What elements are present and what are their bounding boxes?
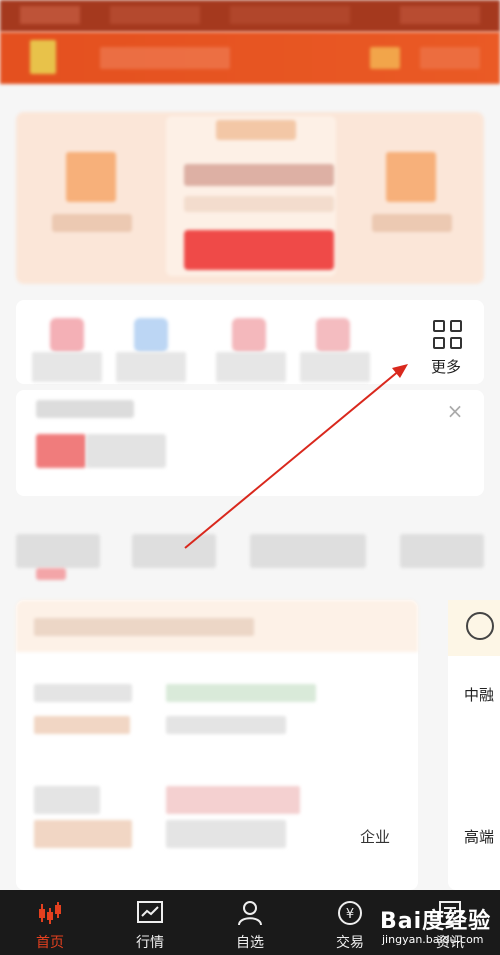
card-row-title xyxy=(166,684,316,702)
card-row-value xyxy=(166,786,300,814)
header-action-placeholder[interactable] xyxy=(420,47,480,69)
content-card-header xyxy=(16,600,418,652)
hero-center-row xyxy=(184,196,334,212)
content-card[interactable] xyxy=(16,600,418,890)
hero-left-icon xyxy=(66,152,116,202)
card-row-tag xyxy=(34,820,132,848)
grid-icon xyxy=(433,320,463,350)
hero-right-icon xyxy=(386,152,436,202)
more-button[interactable]: 更多 xyxy=(411,306,481,380)
shortcut-icon[interactable] xyxy=(316,318,350,352)
header-title-placeholder xyxy=(100,47,230,69)
hero-center-row xyxy=(184,164,334,186)
nav-label: 自选 xyxy=(236,935,264,951)
nav-item-market[interactable]: 行情 xyxy=(100,890,200,955)
app-header xyxy=(0,32,500,84)
tab-1[interactable] xyxy=(16,534,100,568)
svg-text:¥: ¥ xyxy=(346,907,354,922)
status-bar xyxy=(0,0,500,32)
shortcut-label xyxy=(300,352,370,382)
baidu-watermark: Bai度经验 jingyan.baidu.com xyxy=(380,897,500,955)
nav-label: 首页 xyxy=(36,935,64,951)
tab-active-indicator xyxy=(36,568,66,580)
candlestick-icon xyxy=(39,902,61,924)
line-chart-icon xyxy=(137,901,163,923)
nav-item-home[interactable]: 首页 xyxy=(0,890,100,955)
side-card-header xyxy=(448,600,500,656)
side-card-subtitle: 高端 xyxy=(464,828,495,846)
shortcut-label xyxy=(32,352,102,382)
app-logo-icon xyxy=(30,40,56,74)
shortcut-icon[interactable] xyxy=(134,318,168,352)
shortcut-row: 更多 xyxy=(16,300,484,384)
side-card[interactable]: 中融 高端 xyxy=(448,600,500,890)
tab-3[interactable] xyxy=(250,534,366,568)
hero-banner[interactable] xyxy=(16,112,484,284)
watermark-brand: Bai度经验 xyxy=(380,909,492,934)
notice-card[interactable]: × xyxy=(16,390,484,496)
hero-left-label xyxy=(52,214,132,232)
notice-text xyxy=(86,434,166,468)
card-row-tag xyxy=(34,716,130,734)
notice-title xyxy=(36,400,134,418)
shortcut-icon[interactable] xyxy=(50,318,84,352)
more-button-label: 更多 xyxy=(430,359,461,376)
header-action-icon[interactable] xyxy=(370,47,400,69)
content-text-fragment: 企业 xyxy=(360,828,391,846)
card-row-title xyxy=(34,684,132,702)
compass-icon xyxy=(466,612,494,640)
tab-2[interactable] xyxy=(132,534,216,568)
card-row-value xyxy=(166,820,286,848)
notice-badge-icon xyxy=(36,434,86,468)
card-row-title xyxy=(34,786,100,814)
tab-4[interactable] xyxy=(400,534,484,568)
nav-item-watchlist[interactable]: 自选 xyxy=(200,890,300,955)
shortcut-label xyxy=(116,352,186,382)
watermark-site: jingyan.baidu.com xyxy=(382,933,484,946)
hero-right-label xyxy=(372,214,452,232)
hero-center-title xyxy=(216,120,296,140)
hero-cta-button[interactable] xyxy=(184,230,334,270)
close-icon[interactable]: × xyxy=(444,400,466,422)
shortcut-label xyxy=(216,352,286,382)
nav-label: 行情 xyxy=(136,935,164,951)
category-tabs xyxy=(0,524,500,584)
side-card-title: 中融 xyxy=(464,686,495,704)
card-row-value xyxy=(166,716,286,734)
user-icon xyxy=(238,901,262,926)
shortcut-icon[interactable] xyxy=(232,318,266,352)
yen-coin-icon: ¥ xyxy=(338,901,362,925)
